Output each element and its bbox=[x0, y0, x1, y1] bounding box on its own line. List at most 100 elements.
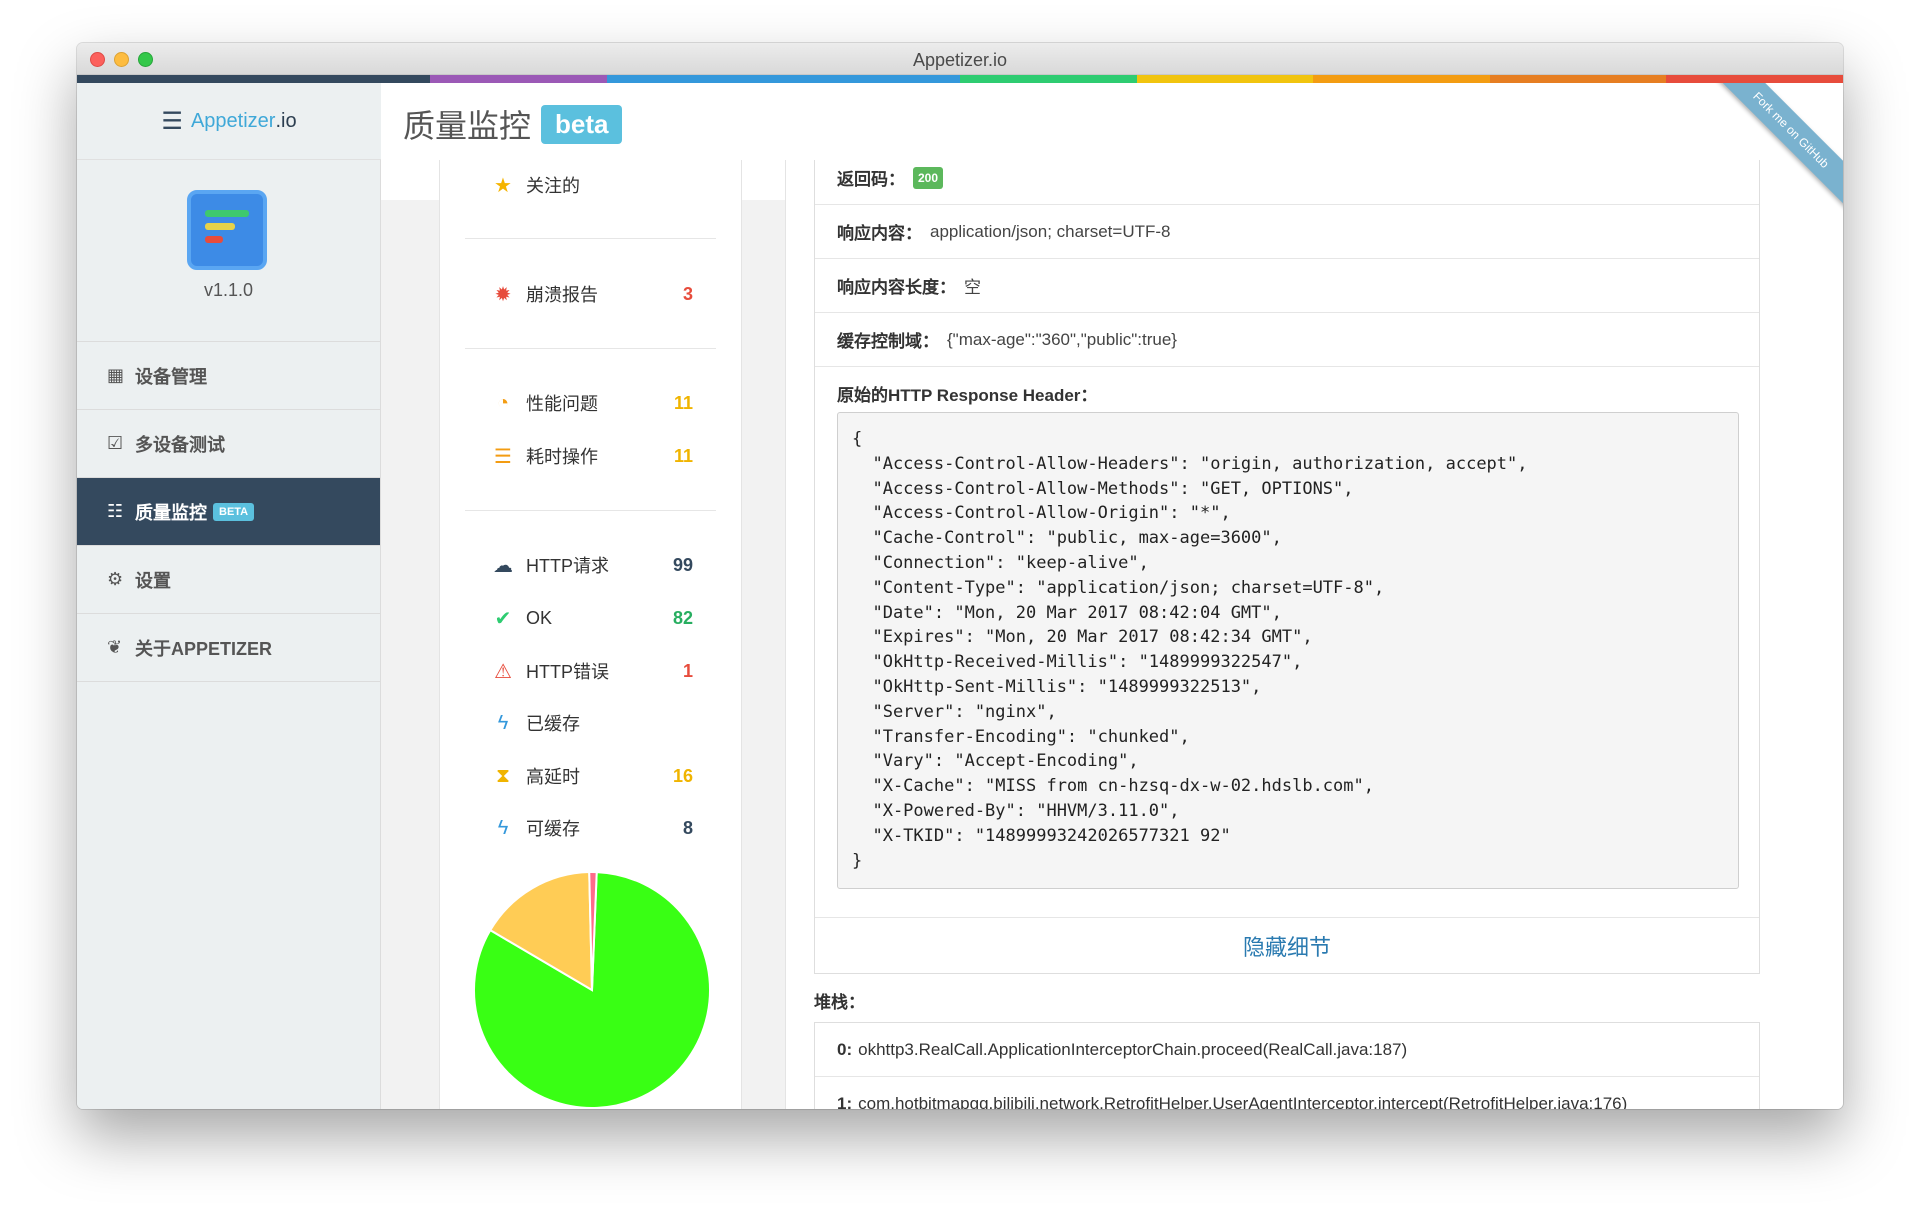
filter-cacheable[interactable]: ϟ 可缓存 8 bbox=[490, 811, 693, 845]
star-icon: ★ bbox=[494, 174, 512, 197]
filter-crash-reports[interactable]: ✹ 崩溃报告 3 bbox=[490, 277, 693, 311]
github-ribbon[interactable]: Fork me on GitHub bbox=[1703, 83, 1843, 223]
filter-label: 已缓存 bbox=[526, 714, 580, 734]
filter-label: 性能问题 bbox=[526, 394, 598, 414]
filter-high-latency[interactable]: ⧗ 高延时 16 bbox=[490, 759, 693, 793]
stack-frame-text: com.hotbitmapgg.bilibili.network.Retrofi… bbox=[858, 1093, 1628, 1110]
sidebar-item-multi-device-test[interactable]: ☑ 多设备测试 bbox=[77, 410, 380, 478]
color-stripe-segment bbox=[1313, 75, 1490, 83]
stack-frame-text: okhttp3.RealCall.ApplicationInterceptorC… bbox=[858, 1039, 1408, 1059]
filter-label: HTTP请求 bbox=[526, 556, 609, 576]
sidebar-item-quality-monitor[interactable]: ☷ 质量监控 BETA bbox=[77, 478, 380, 546]
divider bbox=[465, 238, 716, 239]
color-stripe-segment bbox=[77, 75, 254, 83]
color-stripe-segment bbox=[783, 75, 960, 83]
brand-name: Appetizer bbox=[190, 109, 276, 132]
sidebar-item-label: 设备管理 bbox=[135, 366, 207, 387]
app-version: v1.1.0 bbox=[203, 280, 254, 300]
stack-frame[interactable]: 1: com.hotbitmapgg.bilibili.network.Retr… bbox=[815, 1077, 1759, 1110]
stack-frame-index: 1: bbox=[837, 1093, 853, 1110]
sliders-icon: ☰ bbox=[494, 445, 512, 468]
filter-performance-issues[interactable]: ◔ 性能问题 11 bbox=[490, 386, 693, 420]
filter-count: 11 bbox=[673, 392, 693, 413]
warning-icon: ⚠ bbox=[494, 660, 512, 683]
status-code-label: 返回码： bbox=[837, 170, 905, 189]
color-stripe-segment bbox=[606, 75, 784, 83]
sidebar-item-label: 设置 bbox=[135, 570, 171, 591]
filter-count: 99 bbox=[672, 554, 693, 575]
cache-control-value: {"max-age":"360","public":true} bbox=[947, 329, 1177, 349]
leaf-icon: ❦ bbox=[107, 637, 123, 657]
content-type-value: application/json; charset=UTF-8 bbox=[930, 221, 1171, 241]
filter-http-requests[interactable]: ☁ HTTP请求 99 bbox=[490, 548, 693, 582]
divider bbox=[465, 510, 716, 511]
content-type-row: 响应内容： application/json; charset=UTF-8 bbox=[815, 205, 1759, 259]
checkbox-icon: ☑ bbox=[107, 433, 124, 453]
brand-domain: .io bbox=[275, 109, 297, 132]
sidebar-item-device-management[interactable]: ▦ 设备管理 bbox=[77, 342, 380, 410]
raw-header-code[interactable]: { "Access-Control-Allow-Headers": "origi… bbox=[837, 412, 1739, 889]
app-logo-icon bbox=[187, 190, 267, 270]
filter-label: HTTP错误 bbox=[526, 662, 609, 682]
bug-icon: ✹ bbox=[494, 283, 512, 306]
sidebar: v1.1.0 ▦ 设备管理 ☑ 多设备测试 ☷ 质量监控 BETA ⚙ 设置 ❦… bbox=[77, 160, 381, 1109]
filter-http-errors[interactable]: ⚠ HTTP错误 1 bbox=[490, 654, 693, 688]
sidebar-item-label: 关于APPETIZER bbox=[135, 638, 273, 659]
filter-label: 可缓存 bbox=[526, 819, 580, 839]
window-title: Appetizer.io bbox=[912, 50, 1008, 70]
list-icon: ☷ bbox=[107, 501, 124, 521]
http-status-pie-chart bbox=[473, 871, 711, 1109]
divider bbox=[465, 348, 716, 349]
filter-label: 关注的 bbox=[526, 176, 580, 196]
beta-badge: BETA bbox=[213, 502, 255, 521]
title-bar: Appetizer.io bbox=[77, 43, 1843, 75]
bolt-icon: ϟ bbox=[497, 711, 509, 734]
content-type-label: 响应内容： bbox=[837, 224, 922, 243]
filter-count: 11 bbox=[673, 445, 693, 466]
filter-label: 崩溃报告 bbox=[526, 285, 598, 305]
app-window: Appetizer.io ☰ Appetizer .io 质量监控 beta Fo… bbox=[77, 43, 1843, 1109]
detail-panel: 返回码： 200 响应内容： application/json; charset… bbox=[785, 160, 1843, 1109]
hamburger-icon[interactable]: ☰ bbox=[161, 107, 183, 136]
color-stripe bbox=[77, 75, 1843, 83]
beta-badge: beta bbox=[541, 104, 623, 144]
stack-title: 堆栈： bbox=[814, 993, 865, 1012]
dashboard-icon: ◔ bbox=[496, 391, 510, 414]
filter-starred[interactable]: ★ 关注的 bbox=[490, 168, 693, 202]
github-ribbon-text[interactable]: Fork me on GitHub bbox=[1709, 83, 1843, 212]
filter-cached[interactable]: ϟ 已缓存 bbox=[490, 706, 693, 740]
brand[interactable]: ☰ Appetizer .io bbox=[77, 83, 381, 160]
sidebar-item-label: 多设备测试 bbox=[135, 434, 225, 455]
stats-column: ★ 关注的 ✹ 崩溃报告 3 ◔ 性能问题 11 ☰ 耗时操作 11 ☁ HTT… bbox=[439, 160, 742, 1109]
sidebar-item-settings[interactable]: ⚙ 设置 bbox=[77, 546, 380, 614]
content-length-row: 响应内容长度： 空 bbox=[815, 259, 1759, 313]
gear-icon: ⚙ bbox=[107, 569, 124, 589]
filter-label: OK bbox=[526, 607, 553, 628]
hourglass-icon: ⧗ bbox=[495, 764, 511, 787]
color-stripe-segment bbox=[253, 75, 431, 83]
stack-trace-card: 0: okhttp3.RealCall.ApplicationIntercept… bbox=[814, 1022, 1760, 1109]
sidebar-item-label: 质量监控 bbox=[135, 502, 207, 523]
response-details-card: 返回码： 200 响应内容： application/json; charset… bbox=[814, 160, 1760, 974]
stack-frame[interactable]: 0: okhttp3.RealCall.ApplicationIntercept… bbox=[815, 1023, 1759, 1077]
filter-label: 耗时操作 bbox=[526, 447, 598, 467]
status-code-badge: 200 bbox=[913, 166, 944, 189]
sidebar-item-about[interactable]: ❦ 关于APPETIZER bbox=[77, 614, 380, 682]
cloud-icon: ☁ bbox=[493, 554, 513, 577]
hide-details-button[interactable]: 隐藏细节 bbox=[815, 917, 1759, 973]
content-length-label: 响应内容长度： bbox=[837, 278, 956, 297]
color-stripe-segment bbox=[430, 75, 607, 83]
color-stripe-segment bbox=[959, 75, 1137, 83]
color-stripe-segment bbox=[1136, 75, 1314, 83]
filter-ok[interactable]: ✔ OK 82 bbox=[490, 601, 693, 635]
cache-control-label: 缓存控制域： bbox=[837, 332, 939, 351]
filter-count: 3 bbox=[682, 283, 693, 304]
filter-count: 16 bbox=[672, 765, 693, 786]
app-logo-box: v1.1.0 bbox=[77, 160, 380, 342]
filter-slow-operations[interactable]: ☰ 耗时操作 11 bbox=[490, 439, 693, 473]
check-circle-icon: ✔ bbox=[494, 607, 512, 630]
filter-count: 8 bbox=[682, 817, 693, 838]
raw-header-title: 原始的HTTP Response Header： bbox=[837, 386, 1098, 405]
color-stripe-segment bbox=[1489, 75, 1667, 83]
cache-control-row: 缓存控制域： {"max-age":"360","public":true} bbox=[815, 313, 1759, 367]
